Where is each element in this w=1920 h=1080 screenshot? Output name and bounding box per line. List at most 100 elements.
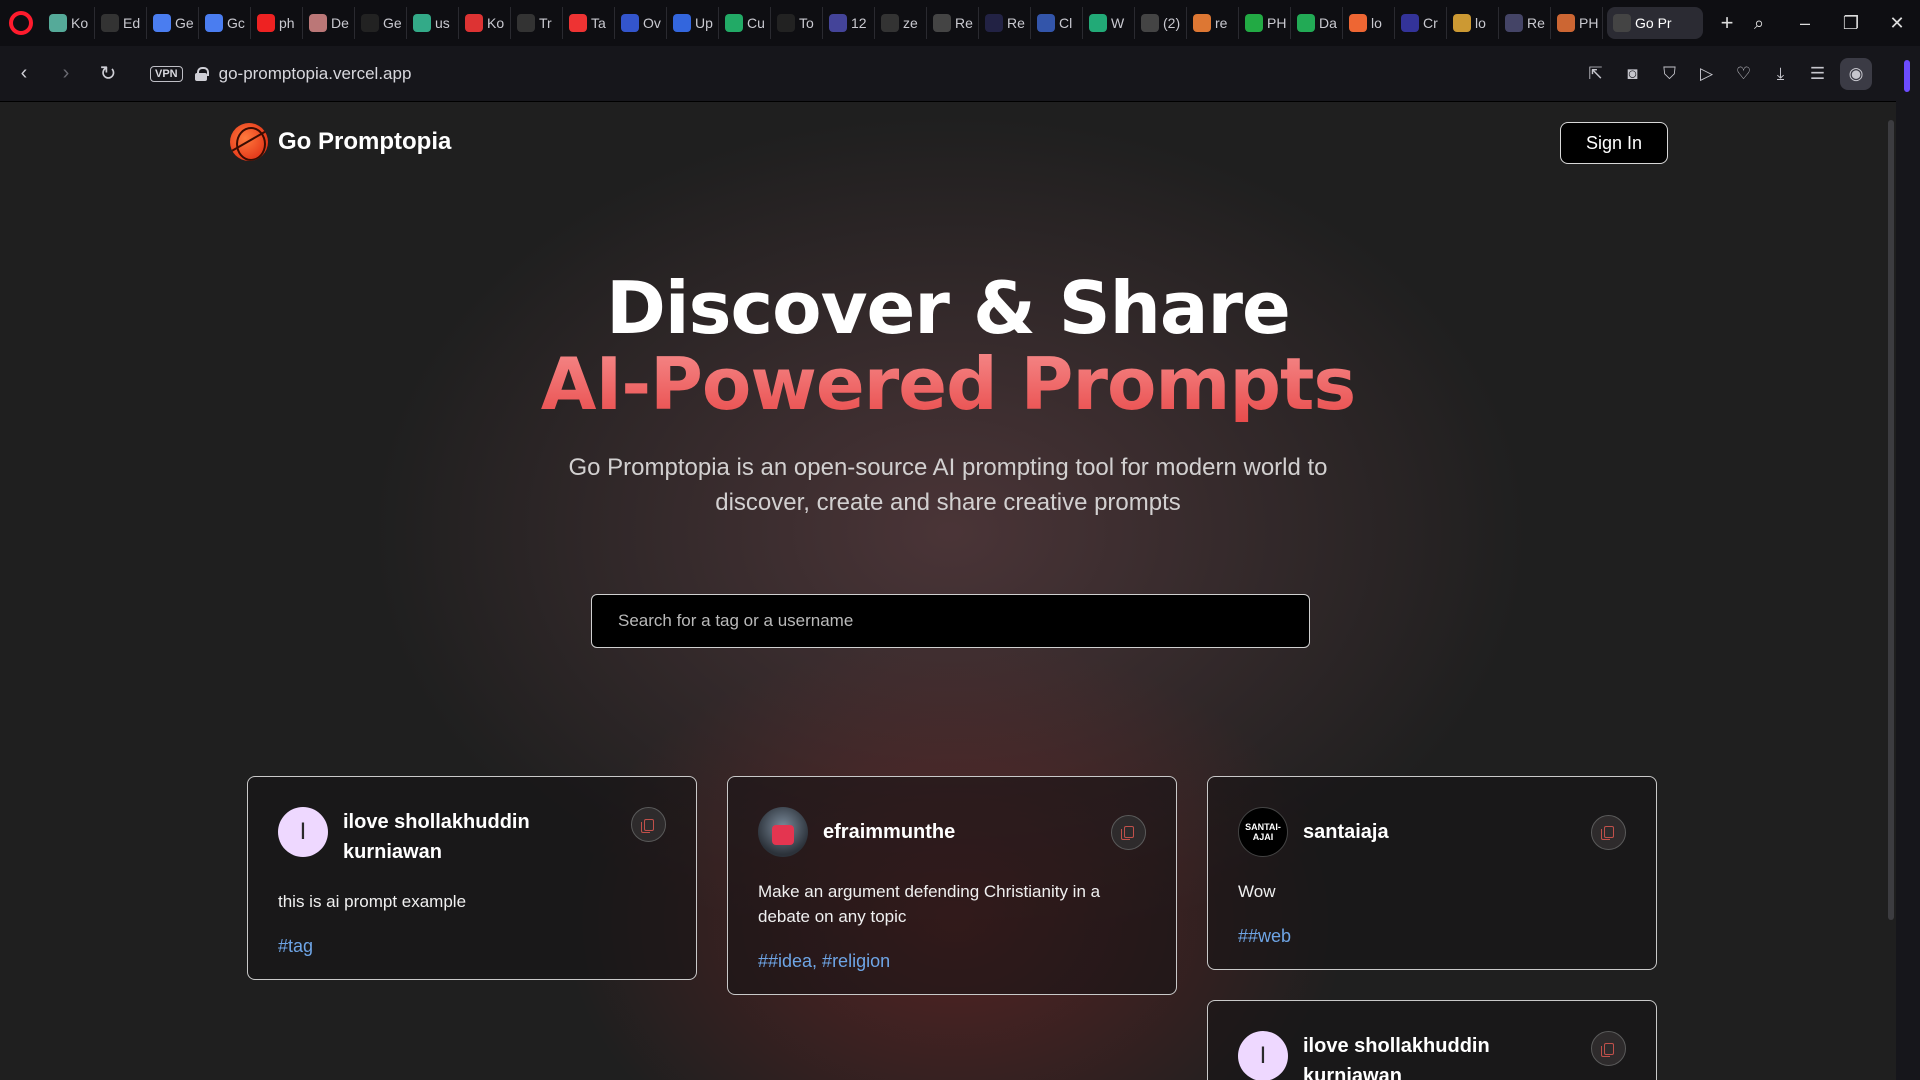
tab-favicon-icon <box>309 14 327 32</box>
tab-favicon-icon <box>985 14 1003 32</box>
card-username[interactable]: ilove shollakhuddin kurniawan <box>343 807 613 867</box>
browser-tab[interactable]: PH <box>1239 7 1291 39</box>
browser-tab[interactable]: Cl <box>1031 7 1083 39</box>
copy-icon <box>1600 1042 1614 1057</box>
downloads-icon[interactable]: ⤓ <box>1762 56 1799 92</box>
browser-tab[interactable]: us <box>407 7 459 39</box>
browser-tab[interactable]: Cr <box>1395 7 1447 39</box>
site-navbar: Go Promptopia Sign In <box>230 120 1670 164</box>
browser-tab[interactable]: Ov <box>615 7 667 39</box>
browser-tab[interactable]: lo <box>1447 7 1499 39</box>
tab-label: re <box>1215 15 1228 31</box>
card-username[interactable]: efraimmunthe <box>823 817 1093 847</box>
profile-icon[interactable]: ◉ <box>1840 58 1872 90</box>
card-tags[interactable]: ##idea, #religion <box>758 951 1146 972</box>
card-username[interactable]: ilove shollakhuddin kurniawan <box>1303 1031 1573 1080</box>
back-icon[interactable]: ‹ <box>6 56 42 92</box>
copy-button[interactable] <box>1111 814 1146 850</box>
hero-title-line2: AI-Powered Prompts <box>0 346 1896 422</box>
browser-tab[interactable]: Ko <box>459 7 511 39</box>
tab-favicon-icon <box>829 14 847 32</box>
lock-icon[interactable] <box>194 66 209 81</box>
browser-tab[interactable]: Up <box>667 7 719 39</box>
copy-button[interactable] <box>631 807 666 842</box>
browser-tab[interactable]: re <box>1187 7 1239 39</box>
browser-tab[interactable]: ph <box>251 7 303 39</box>
browser-tab[interactable]: Da <box>1291 7 1343 39</box>
browser-tab[interactable]: Re <box>1499 7 1551 39</box>
tab-favicon-icon <box>413 14 431 32</box>
browser-tab[interactable]: De <box>303 7 355 39</box>
page-scrollbar[interactable] <box>1888 120 1894 920</box>
browser-tab[interactable]: W <box>1083 7 1135 39</box>
browser-tab[interactable]: ze <box>875 7 927 39</box>
avatar[interactable]: I <box>278 807 328 857</box>
card-prompt: this is ai prompt example <box>278 892 467 911</box>
tab-favicon-icon <box>1613 14 1631 32</box>
browser-tab[interactable]: 12 <box>823 7 875 39</box>
card-prompt: Make an argument defending Christianity … <box>758 882 1101 926</box>
copy-button[interactable] <box>1591 814 1626 850</box>
copy-button[interactable] <box>1591 1031 1626 1066</box>
tab-favicon-icon <box>725 14 743 32</box>
card-username[interactable]: santaiaja <box>1303 817 1573 847</box>
forward-icon[interactable]: › <box>48 56 84 92</box>
tab-favicon-icon <box>1089 14 1107 32</box>
browser-tab[interactable]: Ed <box>95 7 147 39</box>
tab-label: Cu <box>747 15 765 31</box>
browser-tab[interactable]: Ta <box>563 7 615 39</box>
sign-in-button[interactable]: Sign In <box>1560 122 1668 164</box>
browser-tab[interactable]: Re <box>927 7 979 39</box>
browser-tab[interactable]: To <box>771 7 823 39</box>
player-icon[interactable]: ▷ <box>1688 56 1725 92</box>
hero-title-line1: Discover & Share <box>606 266 1291 350</box>
card-prompt: Wow <box>1238 882 1276 901</box>
adblock-shield-icon[interactable]: ⛉ <box>1651 56 1688 92</box>
tab-label: Da <box>1319 15 1337 31</box>
easy-setup-icon[interactable]: ☰ <box>1799 56 1836 92</box>
browser-tab[interactable]: Re <box>979 7 1031 39</box>
browser-tab[interactable]: Ge <box>147 7 199 39</box>
browser-tab-active[interactable]: Go Pr <box>1607 7 1703 39</box>
prompt-card: I ilove shollakhuddin kurniawan this is … <box>247 776 697 980</box>
browser-tab[interactable]: PH <box>1551 7 1603 39</box>
tab-label: Re <box>1527 15 1545 31</box>
tab-favicon-icon <box>933 14 951 32</box>
browser-tab[interactable]: (2) <box>1135 7 1187 39</box>
snapshot-icon[interactable]: ◙ <box>1614 56 1651 92</box>
tab-label: 12 <box>851 15 867 31</box>
tab-search-icon[interactable]: ⌕ <box>1736 0 1782 46</box>
tab-label: (2) <box>1163 15 1181 31</box>
restore-icon[interactable]: ❐ <box>1828 0 1874 46</box>
share-icon[interactable]: ⇱ <box>1577 56 1614 92</box>
opera-menu-icon[interactable] <box>9 11 33 35</box>
favorites-heart-icon[interactable]: ♡ <box>1725 56 1762 92</box>
card-tags[interactable]: ##web <box>1238 926 1626 947</box>
tab-favicon-icon <box>1037 14 1055 32</box>
vpn-badge[interactable]: VPN <box>150 65 183 82</box>
browser-tab[interactable]: Ko <box>43 7 95 39</box>
prompt-card: SANTAI-AJAI santaiaja Wow ##web <box>1207 776 1657 970</box>
reload-icon[interactable]: ↻ <box>90 56 126 92</box>
address-bar: ‹ › ↻ VPN go-promptopia.vercel.app ⇱ ◙ ⛉… <box>0 46 1920 102</box>
avatar[interactable]: SANTAI-AJAI <box>1238 807 1288 857</box>
avatar[interactable]: I <box>1238 1031 1288 1080</box>
browser-tab[interactable]: Tr <box>511 7 563 39</box>
browser-tab[interactable]: Ge <box>355 7 407 39</box>
card-tags[interactable]: #tag <box>278 936 666 957</box>
tab-label: Cl <box>1059 15 1073 31</box>
browser-tab[interactable]: lo <box>1343 7 1395 39</box>
minimize-icon[interactable]: – <box>1782 0 1828 46</box>
search-input[interactable] <box>591 594 1310 648</box>
tab-favicon-icon <box>153 14 171 32</box>
brand-logo-link[interactable]: Go Promptopia <box>230 123 451 161</box>
tab-label: Ta <box>591 15 606 31</box>
browser-tab[interactable]: Gc <box>199 7 251 39</box>
avatar[interactable] <box>758 807 808 857</box>
logo-icon <box>230 123 268 161</box>
tab-label: Ov <box>643 15 661 31</box>
browser-tab[interactable]: Cu <box>719 7 771 39</box>
url-field[interactable]: go-promptopia.vercel.app <box>219 64 412 84</box>
close-window-icon[interactable]: ✕ <box>1874 0 1920 46</box>
sidebar-indicator[interactable] <box>1904 60 1910 92</box>
